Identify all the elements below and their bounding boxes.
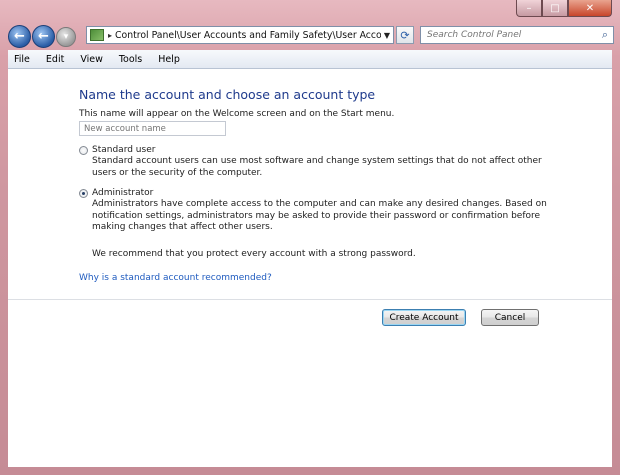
maximize-button[interactable]: □ xyxy=(542,0,568,17)
address-path[interactable]: Control Panel\User Accounts and Family S… xyxy=(115,30,381,41)
menu-view[interactable]: View xyxy=(72,54,111,65)
menu-tools[interactable]: Tools xyxy=(111,54,150,65)
standard-user-description: Standard account users can use most soft… xyxy=(92,156,542,178)
address-dropdown-icon[interactable]: ▼ xyxy=(381,31,393,40)
search-input[interactable] xyxy=(427,30,597,40)
forward-button[interactable]: ← xyxy=(32,25,55,48)
caption-buttons: – □ ✕ xyxy=(516,0,612,17)
menu-help[interactable]: Help xyxy=(150,54,188,65)
administrator-option[interactable]: Administrator xyxy=(79,188,153,198)
address-bar[interactable]: ▸ Control Panel\User Accounts and Family… xyxy=(86,26,394,44)
menu-file[interactable]: File xyxy=(8,54,38,65)
content-pane: Name the account and choose an account t… xyxy=(8,69,612,467)
cancel-button[interactable]: Cancel xyxy=(481,309,539,326)
standard-user-option[interactable]: Standard user xyxy=(79,145,155,155)
arrow-right-icon: ← xyxy=(38,29,49,44)
administrator-description: Administrators have complete access to t… xyxy=(92,199,547,232)
menu-bar: File Edit View Tools Help xyxy=(8,50,612,69)
page-description: This name will appear on the Welcome scr… xyxy=(79,109,395,119)
password-recommendation: We recommend that you protect every acco… xyxy=(92,249,416,259)
menu-edit[interactable]: Edit xyxy=(38,54,72,65)
control-panel-icon xyxy=(90,29,104,41)
standard-account-help-link[interactable]: Why is a standard account recommended? xyxy=(79,273,272,283)
create-account-button[interactable]: Create Account xyxy=(382,309,466,326)
administrator-label[interactable]: Administrator xyxy=(92,188,153,198)
window-frame: – □ ✕ ← ← ▾ ▸ Control Panel\User Account… xyxy=(0,0,620,475)
page-title: Name the account and choose an account t… xyxy=(79,87,376,102)
recent-pages-button[interactable]: ▾ xyxy=(56,27,76,47)
standard-user-label[interactable]: Standard user xyxy=(92,145,155,155)
administrator-radio[interactable] xyxy=(79,188,88,198)
breadcrumb-chevron-icon[interactable]: ▸ xyxy=(108,31,112,40)
standard-user-radio[interactable] xyxy=(79,145,88,155)
search-icon[interactable]: ⌕ xyxy=(597,28,613,42)
refresh-button[interactable]: ⟳ xyxy=(396,26,414,44)
account-name-input[interactable] xyxy=(79,121,226,136)
minimize-button[interactable]: – xyxy=(516,0,542,17)
divider xyxy=(8,299,612,300)
back-button[interactable]: ← xyxy=(8,25,31,48)
refresh-icon: ⟳ xyxy=(400,28,410,42)
chevron-down-icon: ▾ xyxy=(63,32,69,42)
arrow-left-icon: ← xyxy=(14,29,25,44)
close-button[interactable]: ✕ xyxy=(568,0,612,17)
search-box[interactable]: ⌕ xyxy=(420,26,614,44)
